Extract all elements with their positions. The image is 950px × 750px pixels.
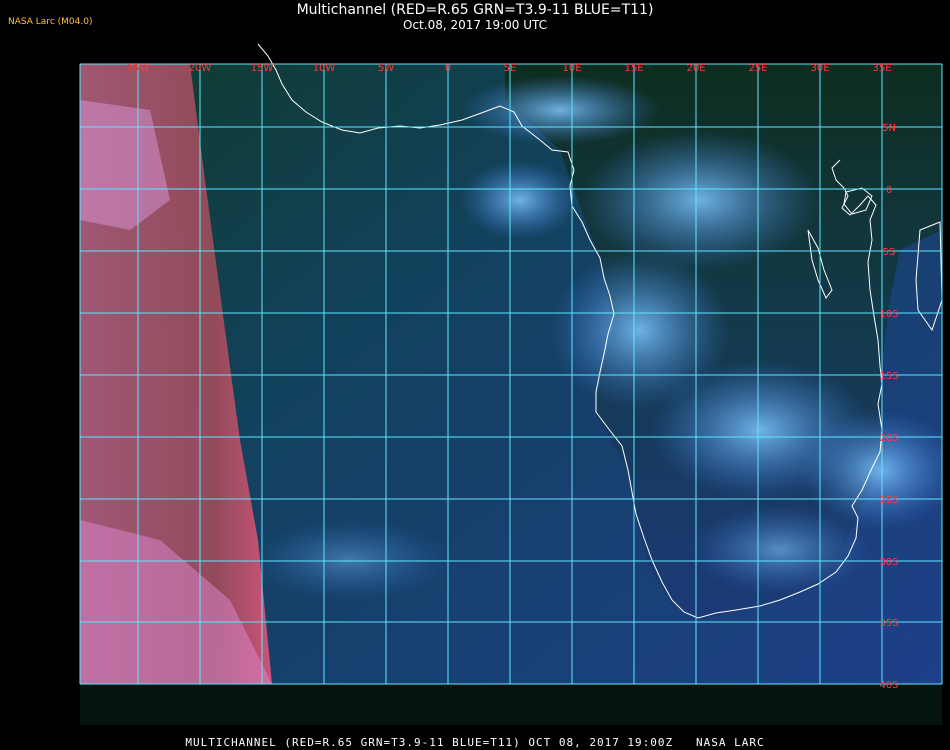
longitude-label: 25E	[748, 63, 767, 74]
longitude-label: 15W	[251, 63, 274, 74]
longitude-label: 20W	[189, 63, 212, 74]
latitude-label: 0	[886, 185, 892, 196]
longitude-label: 5W	[378, 63, 394, 74]
latitude-label: 10S	[879, 309, 898, 320]
longitude-label: 25W	[127, 63, 150, 74]
longitude-label: 0	[445, 63, 451, 74]
longitude-label: 15E	[624, 63, 643, 74]
longitude-label: 10E	[562, 63, 581, 74]
longitude-label: 5E	[504, 63, 517, 74]
latitude-label: 30S	[879, 557, 898, 568]
latitude-label: 35S	[879, 618, 898, 629]
longitude-label: 20E	[686, 63, 705, 74]
latitude-label: 15S	[879, 371, 898, 382]
latitude-label: 40S	[879, 680, 898, 691]
longitude-label: 10W	[313, 63, 336, 74]
longitude-label: 30E	[810, 63, 829, 74]
longitude-label: 35E	[872, 63, 891, 74]
latitude-label: 5N	[882, 123, 896, 134]
latitude-label: 20S	[879, 433, 898, 444]
latitude-label: 5S	[883, 247, 896, 258]
latitude-label: 25S	[879, 495, 898, 506]
satellite-map: 25W 20W 15W 10W 5W 0 5E 10E 15E 20E 25E 30E 35E 5N 0 5S…	[79, 43, 943, 725]
footer-caption: MULTICHANNEL (RED=R.65 GRN=T3.9-11 BLUE=…	[185, 736, 765, 749]
